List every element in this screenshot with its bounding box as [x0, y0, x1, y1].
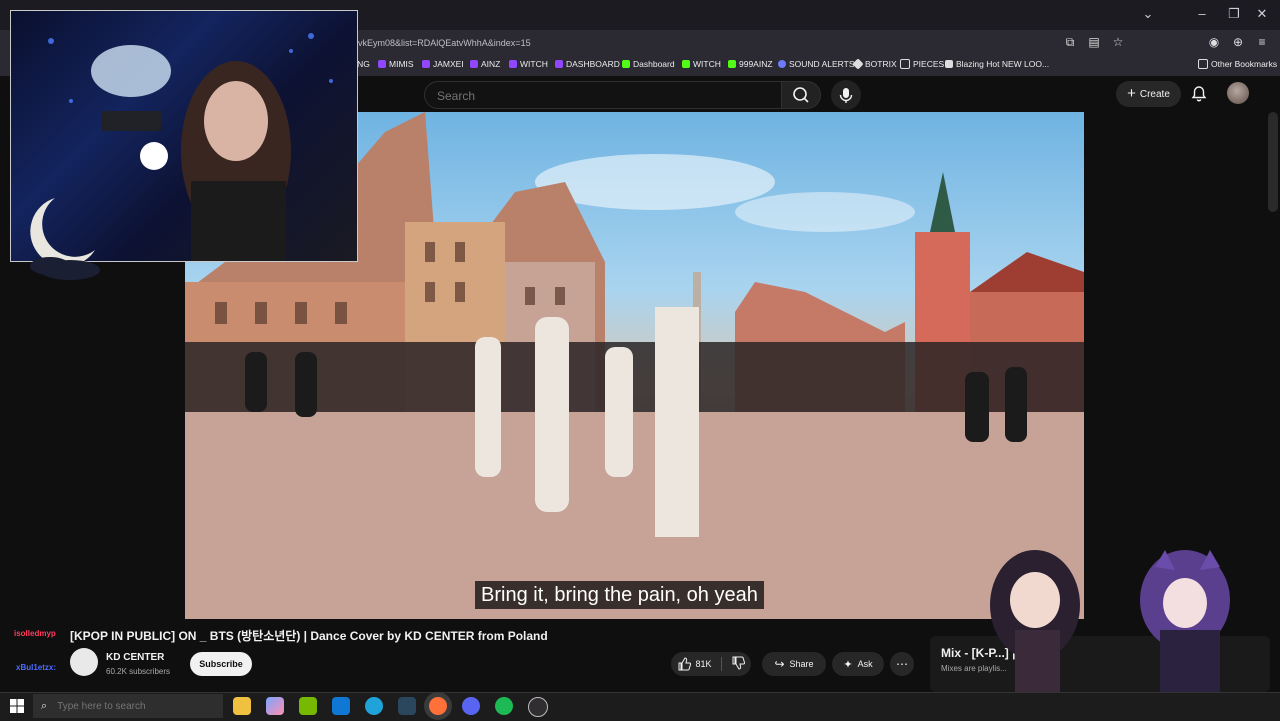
extensions-icon[interactable]: ⊕ — [1230, 34, 1246, 50]
chevron-down-icon[interactable]: ⌄ — [1138, 6, 1158, 24]
sparkle-icon: ✦ — [843, 658, 853, 671]
bookmark-item[interactable]: WITCH — [682, 59, 721, 69]
search-button[interactable] — [781, 81, 821, 109]
spotify-icon[interactable] — [495, 697, 513, 715]
video-title: [KPOP IN PUBLIC] ON _ BTS (방탄소년단) | Danc… — [70, 629, 548, 643]
twitch-icon — [555, 60, 563, 68]
bookmark-item[interactable]: 999AINZ — [728, 59, 773, 69]
bookmark-item[interactable]: SOUND ALERTS — [778, 59, 855, 69]
channel-avatar[interactable] — [70, 648, 98, 676]
create-label: Create — [1139, 88, 1170, 100]
windows-start-icon[interactable] — [10, 699, 24, 713]
page-icon — [945, 60, 953, 68]
bookmark-item[interactable]: Dashboard — [622, 59, 675, 69]
firefox-icon[interactable] — [429, 697, 447, 715]
search-input[interactable] — [435, 82, 769, 110]
dislike-button[interactable] — [731, 656, 745, 672]
close-icon[interactable]: ✕ — [1252, 6, 1272, 24]
channel-name[interactable]: KD CENTER — [106, 652, 164, 663]
folder-icon — [900, 59, 910, 69]
screenshot-icon[interactable]: ⧉ — [1062, 34, 1078, 50]
twitch-icon — [470, 60, 478, 68]
steam-icon[interactable] — [398, 697, 416, 715]
plus-icon: + — [1127, 85, 1136, 102]
taskbar-search: ⌕ — [33, 694, 223, 718]
more-icon: ⋯ — [896, 657, 908, 671]
copilot-icon[interactable] — [266, 697, 284, 715]
like-dislike-group: 81K — [671, 652, 751, 676]
account-icon[interactable]: ◉ — [1206, 34, 1222, 50]
chat-username: isolledmyp — [14, 629, 56, 638]
microphone-icon — [839, 88, 853, 103]
thumbs-down-icon — [732, 656, 745, 670]
chat-username: xBul1etzx: — [16, 663, 57, 672]
divider — [720, 657, 722, 671]
user-avatar[interactable] — [1227, 82, 1249, 104]
search-icon — [793, 87, 809, 103]
menu-icon[interactable]: ≡ — [1254, 34, 1270, 50]
nvidia-icon[interactable] — [299, 697, 317, 715]
bookmark-item[interactable]: Blazing Hot NEW LOO... — [945, 59, 1049, 69]
twitch-icon — [422, 60, 430, 68]
other-bookmarks[interactable]: Other Bookmarks — [1198, 59, 1277, 69]
moon-decoration — [30, 198, 100, 280]
sound-alerts-icon — [778, 60, 786, 68]
restore-icon[interactable]: ❐ — [1224, 6, 1244, 24]
folder-icon — [1198, 59, 1208, 69]
bookmark-item[interactable]: BOTRIX — [852, 58, 897, 70]
bookmark-item[interactable]: DASHBOARD — [555, 59, 620, 69]
like-count: 81K — [695, 659, 712, 669]
notifications-bell-icon[interactable] — [1189, 84, 1209, 104]
page-scrollbar[interactable] — [1268, 112, 1278, 212]
share-button[interactable]: ↪ Share — [762, 652, 826, 676]
edge-icon[interactable] — [365, 697, 383, 715]
bookmark-item[interactable]: JAMXEI — [422, 59, 464, 69]
search-box — [424, 81, 782, 110]
thumbs-up-icon — [678, 657, 692, 671]
share-label: Share — [789, 659, 814, 669]
ask-button[interactable]: ✦ Ask — [832, 652, 884, 676]
create-button[interactable]: + Create — [1116, 81, 1181, 107]
bookmark-star-icon[interactable]: ☆ — [1110, 34, 1126, 50]
discord-icon[interactable] — [462, 697, 480, 715]
like-button[interactable]: 81K — [677, 657, 712, 671]
vtuber-character-overlay — [990, 550, 1230, 692]
share-icon: ↪ — [774, 657, 785, 671]
bookmark-item[interactable]: AINZ — [470, 59, 500, 69]
file-explorer-icon[interactable] — [233, 697, 251, 715]
search-icon: ⌕ — [41, 699, 48, 712]
more-actions-button[interactable]: ⋯ — [890, 652, 914, 676]
browser-toolbar-icons: ⧉ ▤ ☆ ◉ ⊕ ≡ — [1062, 34, 1270, 52]
outlook-icon[interactable] — [332, 697, 350, 715]
twitch-icon — [378, 60, 386, 68]
url-bar[interactable]: w/PGvkEym08&list=RDAlQEatvWhhA&index=15 — [336, 34, 1136, 52]
kick-icon — [728, 60, 736, 68]
botrix-icon — [852, 58, 864, 70]
subscribe-button[interactable]: Subscribe — [190, 652, 252, 676]
bookmark-item[interactable]: MIMIS — [378, 59, 414, 69]
video-subtitle: Bring it, bring the pain, oh yeah — [475, 581, 764, 609]
bookmark-item[interactable]: PIECES — [900, 59, 944, 69]
kick-icon — [682, 60, 690, 68]
ask-label: Ask — [857, 659, 873, 669]
minimize-icon[interactable]: – — [1192, 6, 1212, 24]
reader-view-icon[interactable]: ▤ — [1086, 34, 1102, 50]
twitch-icon — [509, 60, 517, 68]
kick-icon — [622, 60, 630, 68]
bookmark-item[interactable]: WITCH — [509, 59, 548, 69]
obs-icon[interactable] — [528, 697, 548, 717]
taskbar-search-input[interactable] — [55, 699, 210, 713]
subscriber-count: 60.2K subscribers — [106, 667, 171, 676]
voice-search-button[interactable] — [831, 80, 861, 110]
